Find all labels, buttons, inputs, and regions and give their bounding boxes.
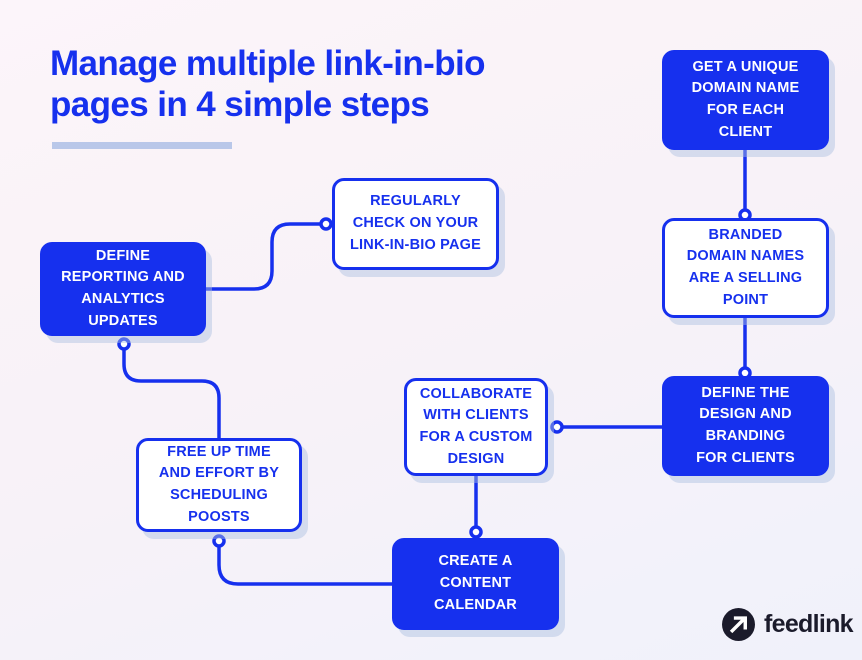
node-create-a-content-calendar[interactable]: CREATE A CONTENT CALENDAR	[392, 538, 559, 630]
node-regularly-check-on-your-link-in-bio-page[interactable]: REGULARLY CHECK ON YOUR LINK-IN-BIO PAGE	[332, 178, 499, 270]
node-label: REGULARLY CHECK ON YOUR LINK-IN-BIO PAGE	[349, 193, 481, 253]
feedlink-logo: feedlink	[722, 608, 854, 641]
connector-free-up-time-to-define-reporting	[117, 337, 221, 440]
infographic-canvas: Manage multiple link-in-bio pages in 4 s…	[0, 0, 862, 660]
node-label: CREATE A CONTENT CALENDAR	[434, 553, 517, 613]
arrow-up-right-circle-icon	[722, 608, 755, 641]
connector-define-reporting-to-regularly-check	[204, 217, 333, 291]
connector-collaborate-to-create-calendar	[469, 474, 483, 539]
node-collaborate-with-clients-for-a-custom-design[interactable]: COLLABORATE WITH CLIENTS FOR A CUSTOM DE…	[404, 378, 548, 476]
node-label: DEFINE THE DESIGN AND BRANDING FOR CLIEN…	[696, 384, 795, 466]
node-define-the-design-and-branding-for-clients[interactable]: DEFINE THE DESIGN AND BRANDING FOR CLIEN…	[662, 376, 829, 476]
logo-wordmark: feedlink	[764, 610, 854, 638]
node-free-up-time-and-effort-by-scheduling-poosts[interactable]: FREE UP TIME AND EFFORT BY SCHEDULING PO…	[136, 438, 302, 532]
connector-define-design-to-collaborate	[550, 420, 664, 434]
node-label: GET A UNIQUE DOMAIN NAME FOR EACH CLIENT	[691, 58, 800, 140]
node-label: COLLABORATE WITH CLIENTS FOR A CUSTOM DE…	[419, 385, 533, 467]
connector-branded-to-define-design	[738, 316, 752, 380]
node-label: FREE UP TIME AND EFFORT BY SCHEDULING PO…	[158, 443, 280, 525]
connector-create-calendar-to-free-up-time	[212, 534, 394, 586]
node-label: BRANDED DOMAIN NAMES ARE A SELLING POINT	[686, 226, 805, 308]
node-get-a-unique-domain-name-for-each-client[interactable]: GET A UNIQUE DOMAIN NAME FOR EACH CLIENT	[662, 50, 829, 150]
node-branded-domain-names-are-a-selling-point[interactable]: BRANDED DOMAIN NAMES ARE A SELLING POINT	[662, 218, 829, 318]
node-define-reporting-and-analytics-updates[interactable]: DEFINE REPORTING AND ANALYTICS UPDATES	[40, 242, 206, 336]
connector-unique-domain-to-branded	[738, 148, 752, 222]
node-label: DEFINE REPORTING AND ANALYTICS UPDATES	[61, 247, 185, 329]
